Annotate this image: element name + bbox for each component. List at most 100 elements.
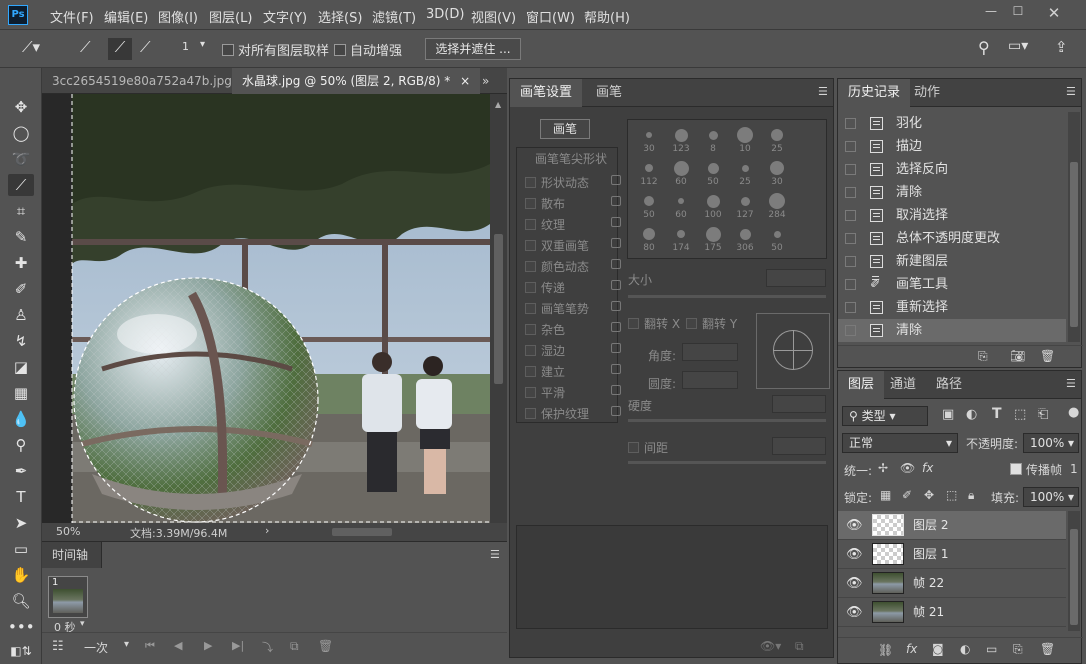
brush-picker-chevron-icon[interactable]: ▾ — [200, 39, 205, 61]
option-color-dynamics[interactable]: 颜色动态 — [525, 258, 625, 275]
flip-y-checkbox[interactable]: 翻转 Y — [686, 315, 737, 332]
history-state[interactable]: 重新选择 — [838, 296, 1066, 319]
brush-preset[interactable]: 25 — [728, 157, 762, 189]
convert-timeline-icon[interactable]: ☷ — [52, 639, 64, 654]
brush-preset[interactable]: 123 — [664, 124, 698, 156]
layer-style-icon[interactable]: fx — [906, 642, 917, 656]
crop-tool-icon[interactable]: ⌗ — [8, 200, 34, 222]
lock-pixels-icon[interactable]: ✐ — [902, 488, 912, 502]
option-protect-texture[interactable]: 保护纹理 — [525, 405, 625, 422]
add-mask-icon[interactable]: ◙ — [932, 642, 944, 656]
brush-tip-shape[interactable]: 画笔笔尖形状 — [535, 150, 607, 167]
history-state[interactable]: 描边 — [838, 135, 1066, 158]
brush-size-value[interactable]: 1 — [182, 40, 189, 62]
first-frame-icon[interactable]: ⏮ — [145, 639, 155, 653]
auto-enhance-checkbox[interactable]: 自动增强 — [334, 40, 402, 62]
lock-artboard-icon[interactable]: ⬚ — [946, 488, 957, 502]
history-state[interactable]: 总体不透明度更改 — [838, 227, 1066, 250]
brush-preset[interactable]: 30 — [632, 124, 666, 156]
filter-type-icon[interactable]: T — [992, 406, 1002, 422]
menu-image[interactable]: 图像(I) — [158, 7, 198, 26]
history-brush-source-checkbox[interactable] — [845, 302, 856, 313]
layer-visibility-icon[interactable]: 👁︎ — [846, 598, 863, 627]
option-smoothing[interactable]: 平滑 — [525, 384, 625, 401]
tab-other-document[interactable]: 3cc2654519e80a752a47b.jpg × — [42, 68, 262, 94]
snapshot-camera-icon[interactable]: 📷︎ — [1010, 349, 1025, 363]
create-new-brush-icon[interactable]: ⧉ — [795, 639, 804, 654]
unify-visibility-icon[interactable]: 👁︎ — [900, 461, 915, 475]
delete-layer-icon[interactable]: 🗑︎ — [1040, 642, 1055, 656]
new-document-from-state-icon[interactable]: ⎘ — [978, 349, 988, 364]
add-to-selection-icon[interactable]: ⟋ — [108, 38, 132, 60]
brush-preset[interactable]: 60 — [664, 190, 698, 222]
filter-pixel-icon[interactable]: ▣ — [942, 407, 954, 422]
brush-preset[interactable]: 8 — [696, 124, 730, 156]
option-brush-pose[interactable]: 画笔笔势 — [525, 300, 625, 317]
history-brush-source-checkbox[interactable] — [845, 256, 856, 267]
roundness-input[interactable] — [682, 371, 738, 389]
history-brush-source-checkbox[interactable] — [845, 141, 856, 152]
history-brush-source-checkbox[interactable] — [845, 118, 856, 129]
size-slider[interactable] — [628, 295, 826, 298]
menu-view[interactable]: 视图(V) — [471, 7, 516, 26]
next-frame-icon[interactable]: ▶| — [232, 639, 244, 652]
history-state[interactable]: ✐ 画笔工具 — [838, 273, 1066, 296]
layers-scroll-thumb[interactable] — [1070, 529, 1078, 625]
duplicate-frame-icon[interactable]: ⧉ — [290, 639, 299, 654]
healing-brush-tool-icon[interactable]: ✚ — [8, 252, 34, 274]
option-transfer[interactable]: 传递 — [525, 279, 625, 296]
delete-state-icon[interactable]: 🗑︎ — [1040, 349, 1055, 363]
tab-close-icon[interactable]: × — [460, 74, 470, 88]
lasso-tool-icon[interactable]: ➰ — [8, 148, 34, 170]
tab-brushes[interactable]: 画笔 — [586, 79, 632, 107]
tab-paths[interactable]: 路径 — [926, 371, 972, 399]
brushes-button[interactable]: 画笔 — [540, 119, 590, 139]
hardness-slider[interactable] — [628, 419, 826, 422]
menu-window[interactable]: 窗口(W) — [526, 7, 575, 26]
scroll-thumb[interactable] — [494, 234, 503, 384]
unify-position-icon[interactable]: ✢ — [878, 461, 888, 475]
option-shape-dynamics[interactable]: 形状动态 — [525, 174, 625, 191]
hardness-input[interactable] — [772, 395, 826, 413]
history-brush-source-checkbox[interactable] — [845, 325, 856, 336]
pen-tool-icon[interactable]: ✒ — [8, 460, 34, 482]
layer-visibility-icon[interactable]: 👁︎ — [846, 569, 863, 598]
tab-history[interactable]: 历史记录 — [838, 79, 911, 107]
layer-name[interactable]: 图层 1 — [913, 540, 948, 569]
gradient-tool-icon[interactable]: ▦ — [8, 382, 34, 404]
zoom-tool-icon[interactable]: 🔍︎ — [8, 590, 34, 612]
brush-preset[interactable]: 174 — [664, 223, 698, 255]
adjustment-layer-icon[interactable]: ◐ — [960, 642, 970, 656]
close-icon[interactable]: ✕ — [1038, 4, 1070, 22]
option-dual-brush[interactable]: 双重画笔 — [525, 237, 625, 254]
layer-row[interactable]: 👁︎ 帧 21 — [838, 598, 1066, 627]
previous-frame-icon[interactable]: ◀ — [174, 639, 182, 652]
flip-x-checkbox[interactable]: 翻转 X — [628, 315, 680, 332]
history-scrollbar[interactable] — [1068, 112, 1080, 342]
canvas-vertical-scrollbar[interactable]: ▲ — [490, 94, 507, 523]
color-swatches-icon[interactable]: ◧⇅ — [8, 640, 34, 662]
brush-preset[interactable]: 100 — [696, 190, 730, 222]
propagate-frame-checkbox[interactable]: 传播帧 — [1010, 461, 1062, 478]
lock-all-icon[interactable]: 🔒︎ — [968, 488, 974, 503]
menu-filter[interactable]: 滤镜(T) — [372, 7, 416, 26]
brush-angle-preview[interactable] — [756, 313, 830, 389]
maximize-icon[interactable]: ☐ — [1002, 4, 1034, 20]
brush-preset[interactable]: 30 — [760, 157, 794, 189]
option-texture[interactable]: 纹理 — [525, 216, 625, 233]
spacing-slider[interactable] — [628, 461, 826, 464]
filter-toggle-icon[interactable]: ● — [1068, 405, 1079, 420]
opacity-input[interactable]: 100% ▾ — [1023, 433, 1079, 453]
history-scroll-thumb[interactable] — [1070, 162, 1078, 327]
delete-frame-icon[interactable]: 🗑︎ — [318, 639, 333, 653]
menu-select[interactable]: 选择(S) — [318, 7, 362, 26]
tab-active-document[interactable]: 水晶球.jpg @ 50% (图层 2, RGB/8) * × — [232, 68, 481, 94]
fill-input[interactable]: 100% ▾ — [1023, 487, 1079, 507]
timeline-tab[interactable]: 时间轴 — [42, 542, 102, 568]
dodge-tool-icon[interactable]: ⚲ — [8, 434, 34, 456]
brush-preset[interactable]: 175 — [696, 223, 730, 255]
brush-preset[interactable]: 306 — [728, 223, 762, 255]
new-layer-icon[interactable]: ⎘ — [1013, 642, 1023, 657]
spacing-input[interactable] — [772, 437, 826, 455]
menu-help[interactable]: 帮助(H) — [584, 7, 630, 26]
